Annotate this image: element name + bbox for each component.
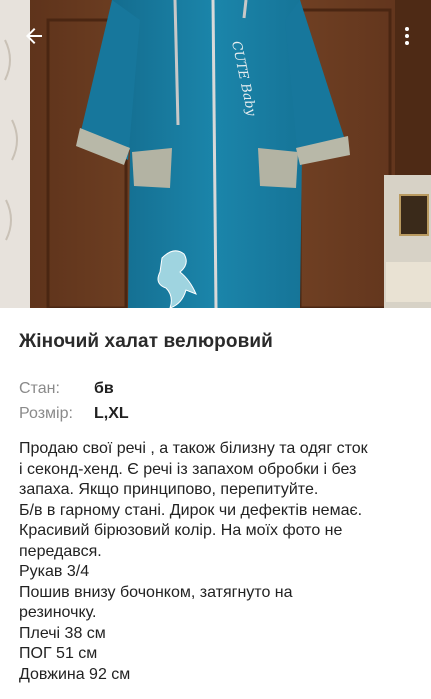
param-label: Стан: bbox=[19, 380, 60, 397]
description-line: Б/в в гарному стані. Дирок чи дефектів н… bbox=[19, 501, 363, 519]
description-line: Плечі 38 см bbox=[19, 624, 106, 642]
param-value: L,XL bbox=[94, 405, 129, 422]
listing-title: Жіночий халат велюровий bbox=[19, 331, 273, 352]
back-arrow-icon bbox=[26, 28, 42, 44]
description-line: передався. bbox=[19, 542, 102, 560]
listing-photo[interactable]: CUTE Baby bbox=[0, 0, 431, 308]
description-line: запаха. Якщо принципово, перепитуйте. bbox=[19, 481, 319, 498]
listing-description: Продаю свої речі , а також білизну та од… bbox=[19, 439, 419, 685]
description-line: резиночку. bbox=[19, 604, 97, 621]
param-condition: Стан: бв bbox=[19, 380, 114, 398]
description-line: Продаю свої речі , а також білизну та од… bbox=[19, 440, 368, 457]
back-button[interactable] bbox=[12, 14, 56, 58]
description-line: і секонд-хенд. Є речі із запахом обробки… bbox=[19, 460, 357, 478]
more-vert-icon bbox=[405, 27, 409, 45]
description-line: Рукав 3/4 bbox=[19, 563, 90, 580]
param-size: Розмір: L,XL bbox=[19, 405, 129, 423]
description-line: ПОГ 51 см bbox=[19, 645, 98, 662]
more-options-button[interactable] bbox=[385, 14, 429, 58]
robe-image: CUTE Baby bbox=[0, 0, 431, 308]
description-line: Довжина 92 см bbox=[19, 665, 131, 683]
param-label: Розмір: bbox=[19, 405, 73, 422]
param-value: бв bbox=[94, 380, 114, 397]
description-line: Пошив внизу бочонком, затягнуто на bbox=[19, 583, 293, 601]
description-line: Красивий бірюзовий колір. На моїх фото н… bbox=[19, 522, 343, 539]
